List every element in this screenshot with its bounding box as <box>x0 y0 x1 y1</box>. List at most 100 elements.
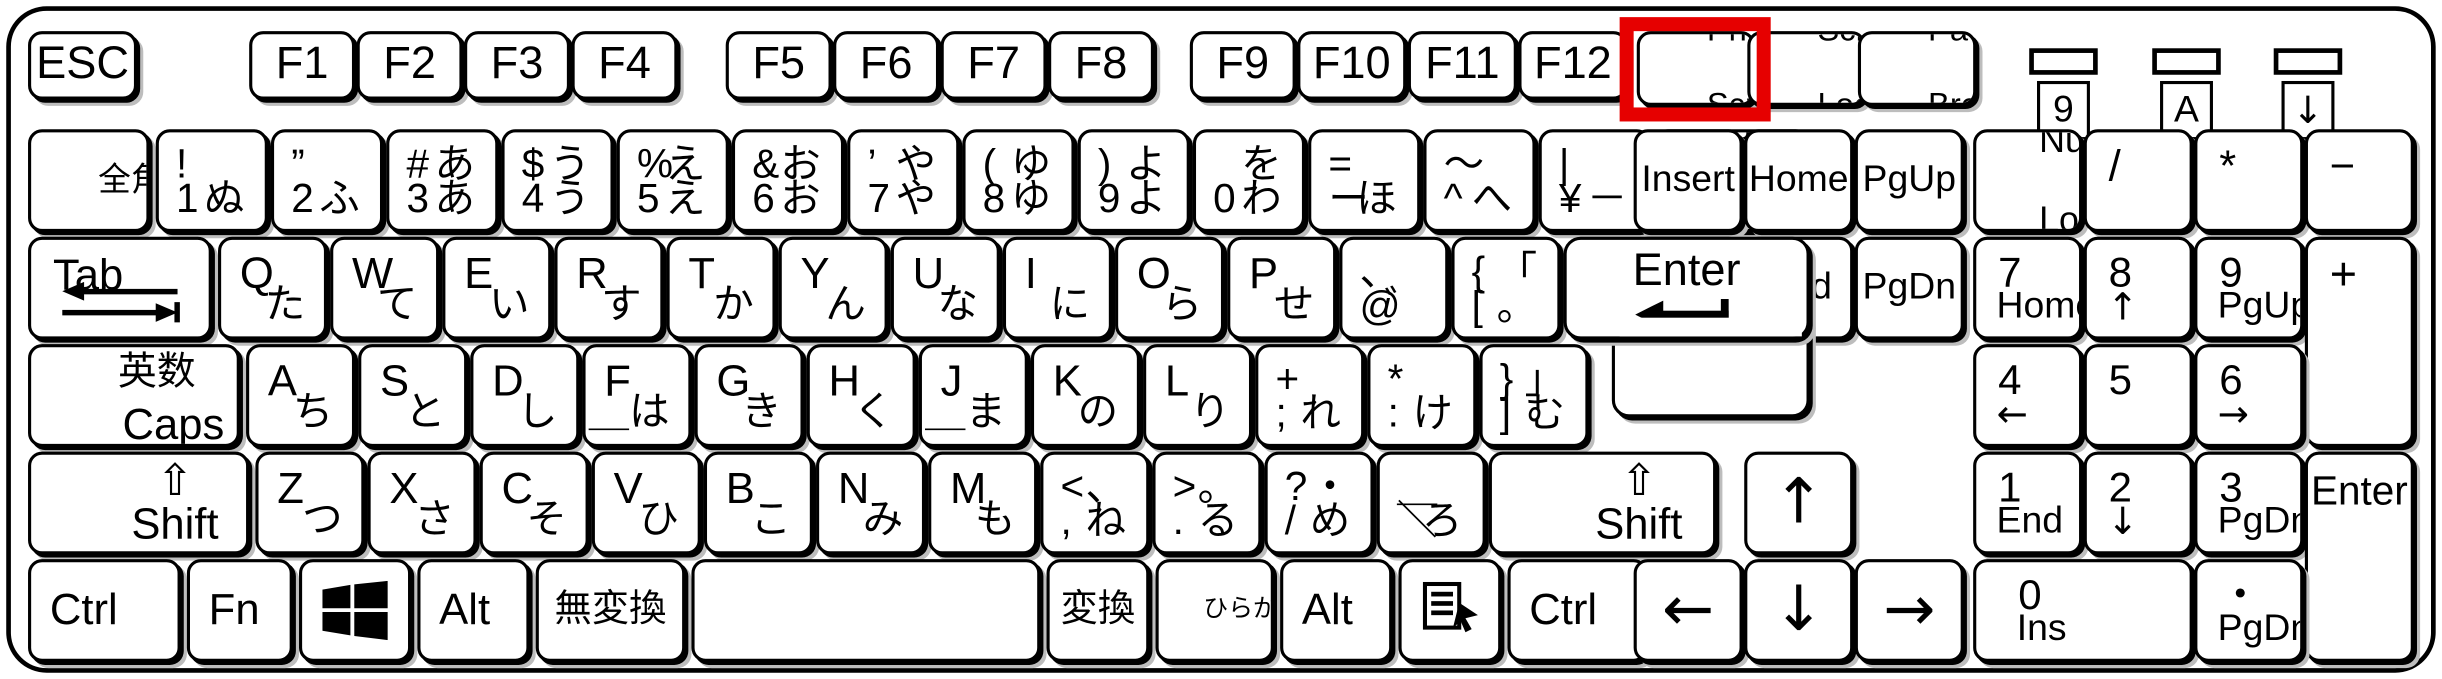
key-windows[interactable] <box>299 559 412 662</box>
key-m[interactable]: M も <box>928 451 1038 555</box>
key-f8[interactable]: F8 <box>1048 31 1154 100</box>
key-ctrl-right[interactable]: Ctrl <box>1507 559 1648 662</box>
key-v[interactable]: V ひ <box>591 451 701 555</box>
key-numpad-8[interactable]: 8 ↑ <box>2083 236 2193 340</box>
key-numpad-enter[interactable]: Enter <box>2304 451 2414 662</box>
key-d[interactable]: D し <box>470 344 580 447</box>
key-numpad-3[interactable]: 3 PgDn <box>2194 451 2304 555</box>
key-alt-left[interactable]: Alt <box>417 559 530 662</box>
key-n[interactable]: N み <box>816 451 926 555</box>
key-numpad-2[interactable]: 2 ↓ <box>2083 451 2193 555</box>
key-minus[interactable]: = ー ほ <box>1308 129 1421 233</box>
key-numpad-minus[interactable]: − <box>2304 129 2414 233</box>
key-f3[interactable]: F3 <box>464 31 570 100</box>
key-3[interactable]: # あ 3 あ <box>386 129 499 233</box>
key-pgup[interactable]: PgUp <box>1854 129 1964 233</box>
key-semicolon[interactable]: + ; れ <box>1255 344 1365 447</box>
key-caps-lock[interactable]: Caps Lock 英数 <box>28 344 240 447</box>
key-numpad-0[interactable]: 0 Ins <box>1973 559 2193 662</box>
key-left-bracket[interactable]: { 「 [ 。 <box>1451 236 1561 340</box>
key-w[interactable]: W て <box>330 236 440 340</box>
key-arrow-down[interactable]: ↓ <box>1744 559 1854 662</box>
key-s[interactable]: S と <box>358 344 468 447</box>
key-9[interactable]: ) よ 9 よ <box>1077 129 1190 233</box>
key-henkan[interactable]: 変換 <box>1046 559 1150 662</box>
key-z[interactable]: Z つ <box>255 451 365 555</box>
key-colon[interactable]: * : け <box>1367 344 1477 447</box>
key-c[interactable]: C そ <box>479 451 589 555</box>
key-space[interactable] <box>691 559 1041 662</box>
key-scroll-lock[interactable]: Scroll Lock <box>1747 31 1866 106</box>
key-l[interactable]: L り <box>1143 344 1253 447</box>
key-f11[interactable]: F11 <box>1407 31 1517 100</box>
key-period[interactable]: > 。 . る <box>1152 451 1262 555</box>
key-u[interactable]: U な <box>890 236 1000 340</box>
key-5[interactable]: % え 5 え <box>616 129 729 233</box>
key-f7[interactable]: F7 <box>940 31 1047 100</box>
key-arrow-right[interactable]: → <box>1854 559 1964 662</box>
key-numpad-decimal[interactable]: ・ PgDn <box>2194 559 2304 662</box>
key-t[interactable]: T か <box>666 236 776 340</box>
key-h[interactable]: H く <box>806 344 916 447</box>
key-application-menu[interactable] <box>1398 559 1502 662</box>
key-8[interactable]: ( ゆ 8 ゆ <box>962 129 1075 233</box>
key-numpad-plus[interactable]: + <box>2304 236 2414 447</box>
key-1[interactable]: ! 1 ぬ <box>155 129 268 233</box>
key-f9[interactable]: F9 <box>1189 31 1296 100</box>
key-arrow-left[interactable]: ← <box>1633 559 1743 662</box>
key-f[interactable]: F ＿は <box>582 344 692 447</box>
key-f6[interactable]: F6 <box>833 31 940 100</box>
key-num-lock[interactable]: Num Lock <box>1973 129 2083 233</box>
key-numpad-multiply[interactable]: * <box>2194 129 2304 233</box>
key-2[interactable]: ” 2 ふ <box>270 129 384 233</box>
key-pgdn[interactable]: PgDn <box>1854 236 1964 340</box>
key-0[interactable]: を 0 わ <box>1192 129 1306 233</box>
key-shift-left[interactable]: ⇧ Shift <box>28 451 250 555</box>
key-slash[interactable]: ? ・ / め <box>1264 451 1374 555</box>
key-tab[interactable]: Tab <box>28 236 212 340</box>
key-6[interactable]: & お 6 お <box>731 129 845 233</box>
key-katakana-hiragana-romaji[interactable]: カタカナ ひらがな ローマ字 <box>1155 559 1274 662</box>
key-numpad-5[interactable]: 5 <box>2083 344 2193 447</box>
key-at[interactable]: 、 @ ゛ <box>1339 236 1449 340</box>
key-ctrl-left[interactable]: Ctrl <box>28 559 181 662</box>
key-shift-right[interactable]: ⇧ Shift <box>1488 451 1717 555</box>
key-right-bracket[interactable]: } 」 ] む <box>1479 344 1589 447</box>
key-fn[interactable]: Fn <box>186 559 293 662</box>
key-a[interactable]: A ち <box>246 344 356 447</box>
key-muhenkan[interactable]: 無変換 <box>535 559 686 662</box>
key-esc[interactable]: ESC <box>28 31 138 100</box>
key-f4[interactable]: F4 <box>571 31 678 100</box>
key-p[interactable]: P せ <box>1227 236 1337 340</box>
key-hankaku-zenkaku-kanji[interactable]: 半角 / 全角 漢字 <box>28 129 150 233</box>
key-g[interactable]: G き <box>694 344 804 447</box>
key-q[interactable]: Q た <box>218 236 328 340</box>
key-alt-right[interactable]: Alt <box>1280 559 1393 662</box>
key-caret[interactable]: ～ ^ へ <box>1423 129 1536 233</box>
key-x[interactable]: X さ <box>367 451 477 555</box>
key-numpad-9[interactable]: 9 PgUp <box>2194 236 2304 340</box>
key-pause-break[interactable]: Pause Break <box>1857 31 1977 106</box>
key-r[interactable]: R す <box>554 236 664 340</box>
key-f1[interactable]: F1 <box>249 31 356 100</box>
key-numpad-4[interactable]: 4 ← <box>1973 344 2083 447</box>
key-7[interactable]: ’ や 7 や <box>847 129 960 233</box>
key-e[interactable]: E い <box>442 236 552 340</box>
key-insert[interactable]: Insert <box>1633 129 1743 233</box>
key-f5[interactable]: F5 <box>725 31 832 100</box>
key-print-screen[interactable]: Print Screen <box>1636 31 1756 106</box>
key-4[interactable]: $ う 4 う <box>501 129 614 233</box>
key-f12[interactable]: F12 <box>1518 31 1628 100</box>
key-home[interactable]: Home <box>1744 129 1854 233</box>
key-b[interactable]: B こ <box>703 451 813 555</box>
key-i[interactable]: I に <box>1002 236 1112 340</box>
key-numpad-6[interactable]: 6 → <box>2194 344 2304 447</box>
key-f2[interactable]: F2 <box>356 31 463 100</box>
key-k[interactable]: K の <box>1030 344 1140 447</box>
key-f10[interactable]: F10 <box>1297 31 1407 100</box>
key-j[interactable]: J ＿ま <box>918 344 1028 447</box>
key-numpad-7[interactable]: 7 Home <box>1973 236 2083 340</box>
key-numpad-divide[interactable]: / <box>2083 129 2193 233</box>
key-o[interactable]: O ら <box>1115 236 1225 340</box>
key-y[interactable]: Y ん <box>778 236 888 340</box>
